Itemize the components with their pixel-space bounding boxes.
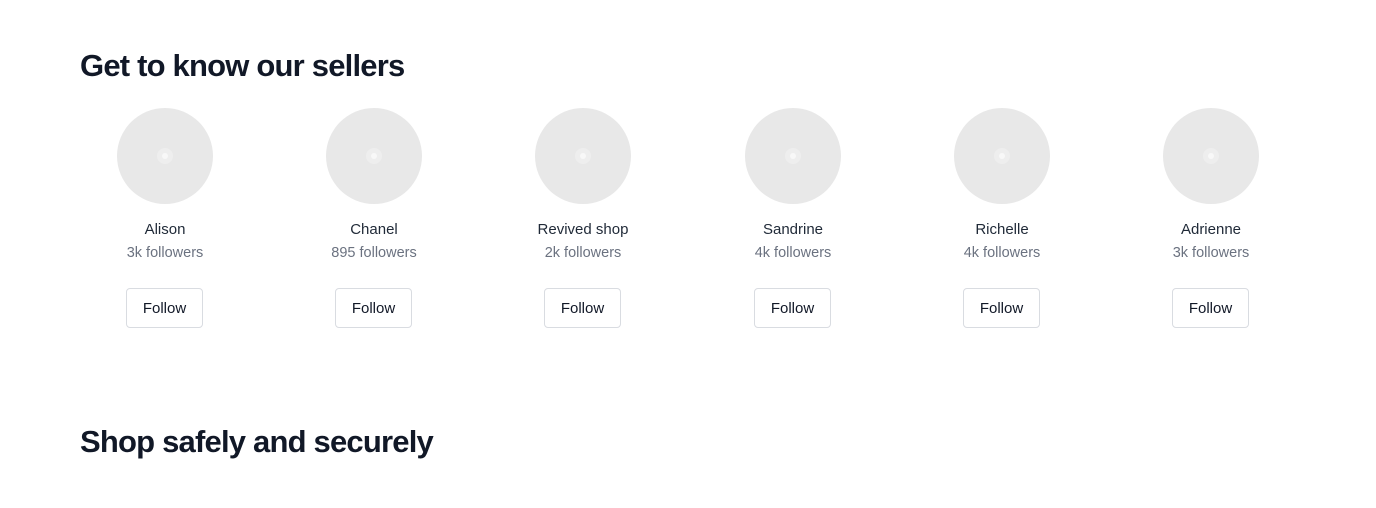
avatar[interactable]: [1163, 108, 1259, 204]
seller-card: Richelle 4k followers Follow: [897, 108, 1107, 338]
sellers-list: Alison 3k followers Follow Chanel 895 fo…: [60, 108, 1316, 338]
page: Get to know our sellers Alison 3k follow…: [0, 0, 1376, 508]
avatar[interactable]: [117, 108, 213, 204]
follow-button[interactable]: Follow: [1172, 288, 1249, 328]
seller-name[interactable]: Sandrine: [688, 221, 898, 238]
image-placeholder-icon: [366, 148, 382, 164]
seller-followers: 2k followers: [544, 245, 622, 261]
avatar[interactable]: [745, 108, 841, 204]
image-placeholder-icon: [994, 148, 1010, 164]
seller-name[interactable]: Chanel: [269, 221, 479, 238]
seller-card: Chanel 895 followers Follow: [269, 108, 479, 338]
seller-card: Adrienne 3k followers Follow: [1106, 108, 1316, 338]
seller-followers: 4k followers: [963, 245, 1041, 261]
seller-card: Alison 3k followers Follow: [60, 108, 270, 338]
avatar[interactable]: [535, 108, 631, 204]
seller-card: Revived shop 2k followers Follow: [478, 108, 688, 338]
seller-card: Sandrine 4k followers Follow: [688, 108, 898, 338]
avatar[interactable]: [954, 108, 1050, 204]
follow-button[interactable]: Follow: [544, 288, 621, 328]
sellers-section-title: Get to know our sellers: [80, 48, 405, 83]
follow-button[interactable]: Follow: [335, 288, 412, 328]
follow-button[interactable]: Follow: [126, 288, 203, 328]
avatar[interactable]: [326, 108, 422, 204]
image-placeholder-icon: [575, 148, 591, 164]
image-placeholder-icon: [1203, 148, 1219, 164]
seller-name[interactable]: Adrienne: [1106, 221, 1316, 238]
seller-followers: 4k followers: [754, 245, 832, 261]
seller-followers: 3k followers: [1172, 245, 1250, 261]
image-placeholder-icon: [157, 148, 173, 164]
seller-followers: 895 followers: [331, 245, 417, 261]
image-placeholder-icon: [785, 148, 801, 164]
seller-name[interactable]: Richelle: [897, 221, 1107, 238]
seller-name[interactable]: Revived shop: [478, 221, 688, 238]
seller-followers: 3k followers: [126, 245, 204, 261]
seller-name[interactable]: Alison: [60, 221, 270, 238]
safety-section-title: Shop safely and securely: [80, 424, 434, 459]
follow-button[interactable]: Follow: [963, 288, 1040, 328]
follow-button[interactable]: Follow: [754, 288, 831, 328]
